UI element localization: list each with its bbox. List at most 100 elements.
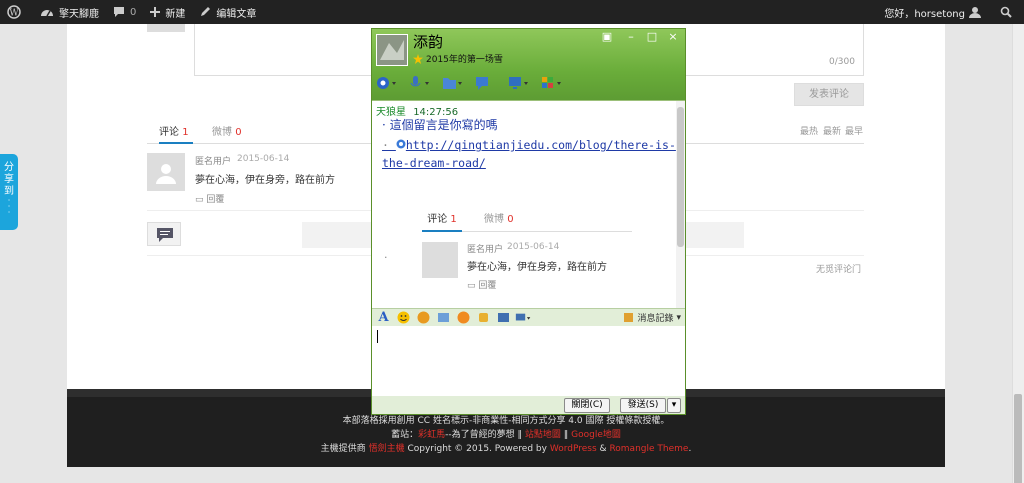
chat-add-icon (476, 77, 488, 90)
commenter-avatar-top (147, 24, 185, 32)
embed-text: 夢在心海，伊在身旁，路在前方 (467, 262, 607, 273)
reply-link[interactable]: ▭ 回覆 (195, 192, 224, 205)
screen-share-button[interactable] (515, 311, 532, 325)
image-button[interactable] (495, 311, 512, 325)
embed-reply: ▭ 回覆 (467, 281, 497, 291)
screenshot-button[interactable] (435, 311, 452, 325)
reply-label: 回覆 (206, 195, 225, 205)
footer-host-link[interactable]: 悟劍主機 (369, 444, 405, 454)
message-button[interactable] (147, 222, 181, 246)
magic-face-icon (417, 311, 430, 324)
picture-icon (498, 313, 509, 322)
user-avatar-icon (969, 7, 981, 18)
close-icon[interactable]: × (666, 31, 680, 43)
account-menu[interactable]: 您好，horsetong (877, 0, 993, 24)
qq-toolbar (376, 73, 574, 93)
footer-mid: --為了曾經的夢想 ‖ (445, 430, 522, 440)
bullet: · (382, 138, 396, 152)
contact-name: 添韵 (413, 33, 444, 51)
embed-reply-label: 回覆 (478, 281, 497, 291)
chat-history[interactable]: 天狼星 14:27:56 · 這個留言是你寫的嗎 · http://qingti… (372, 100, 685, 308)
chat-link[interactable]: http://qingtianjiedu.com/blog/there-is-t… (382, 138, 676, 170)
tab-weibo-count: 0 (235, 127, 242, 138)
message-input[interactable] (372, 326, 685, 396)
embed-user: 匿名用户 (467, 245, 504, 255)
edit-post-link[interactable]: 编辑文章 (192, 0, 263, 24)
tab-comments[interactable]: 评论 1 (159, 123, 193, 144)
char-counter: 0/300 (829, 57, 855, 67)
send-button[interactable]: 發送(S) (620, 398, 666, 413)
embed-tab-comments-label: 评论 (427, 214, 448, 225)
no-comment-link[interactable]: 无觅评论门 (816, 262, 861, 275)
default-avatar-icon (156, 164, 176, 184)
comments-link[interactable]: 0 (106, 0, 143, 24)
wordpress-logo-button[interactable]: W (0, 0, 33, 24)
shake-button[interactable] (475, 311, 492, 325)
apps-button[interactable] (541, 73, 574, 93)
history-button[interactable]: 消息記錄 ▾ (623, 311, 681, 324)
comment-user: 匿名用户 (195, 157, 232, 167)
site-name: 擎天腳鹿 (59, 8, 99, 20)
emoji-button[interactable] (395, 311, 412, 325)
qq-footer: 關閉(C) 發送(S) ▾ (372, 396, 685, 414)
footer-and: & (599, 444, 607, 454)
footer-link-googlemap[interactable]: Google地圖 (571, 430, 621, 440)
search-icon (1000, 6, 1012, 18)
share-dots: · · · (7, 196, 11, 217)
new-label: 新建 (165, 8, 186, 20)
magic-emoji-button[interactable] (415, 311, 432, 325)
share-sidebar-tab[interactable]: 分享到 · · · (0, 154, 18, 230)
sort-hot[interactable]: 最热 (800, 124, 818, 137)
gift-button[interactable] (455, 311, 472, 325)
embedded-screenshot[interactable]: 评论 1 微博 0 匿名用户 2015-06-14 夢在心海，伊在身旁，路在前方… (407, 174, 635, 305)
page-scrollbar[interactable] (1012, 24, 1024, 483)
window-menu-button[interactable]: ▣ (600, 31, 614, 43)
svg-text:W: W (9, 9, 19, 19)
chat-scrollbar[interactable] (676, 101, 685, 308)
embed-tab-weibo: 微博 0 (484, 210, 514, 225)
history-icon (624, 313, 634, 322)
maximize-button[interactable]: □ (645, 31, 659, 43)
admin-bar: W 擎天腳鹿 0 新建 编辑文章 您好，horsetong (0, 0, 1024, 24)
remote-assist-button[interactable] (508, 73, 541, 93)
footer-link-sitemap[interactable]: 站點地圖 (525, 430, 561, 440)
chat-scroll-thumb[interactable] (677, 107, 684, 247)
footer-link-rainbow[interactable]: 彩虹馬 (418, 430, 445, 440)
send-file-button[interactable] (442, 73, 475, 93)
page-scroll-thumb[interactable] (1014, 394, 1022, 483)
webcam-icon (377, 77, 396, 89)
video-call-button[interactable] (376, 73, 409, 93)
tab-weibo[interactable]: 微博 0 (212, 123, 242, 138)
create-group-button[interactable] (475, 73, 508, 93)
site-name-link[interactable]: 擎天腳鹿 (33, 0, 106, 24)
contact-avatar[interactable] (376, 34, 408, 66)
tab-comments-label: 评论 (159, 127, 179, 138)
history-label: 消息記錄 (637, 314, 674, 324)
font-button[interactable]: A (375, 310, 392, 325)
minimize-button[interactable]: – (624, 31, 638, 43)
footer-theme-link[interactable]: Romangle Theme (609, 444, 688, 454)
smiley-icon (397, 311, 410, 324)
embed-tab-comments-count: 1 (450, 214, 457, 225)
footer-wordpress-link[interactable]: WordPress (550, 444, 597, 454)
chat-message-text: 這個留言是你寫的嗎 (389, 118, 498, 132)
monitor-icon (509, 77, 528, 89)
search-button[interactable] (993, 0, 1024, 24)
plus-icon (150, 7, 161, 17)
post-comment-button[interactable]: 发表评论 (794, 83, 864, 106)
comment-text: 夢在心海，伊在身旁，路在前方 (195, 175, 335, 186)
sort-new[interactable]: 最新 (823, 124, 841, 137)
scissors-icon (438, 313, 449, 322)
close-chat-button[interactable]: 關閉(C) (564, 398, 610, 413)
pencil-icon (201, 7, 211, 16)
screen-icon (515, 313, 531, 321)
embed-date: 2015-06-14 (507, 242, 560, 252)
qq-chat-window: 添韵 2015年的第一场雪 ▣ – □ × 天狼星 14:27:56 · 這個留… (371, 28, 686, 415)
send-options-button[interactable]: ▾ (667, 398, 681, 413)
new-content-link[interactable]: 新建 (143, 0, 192, 24)
voice-call-button[interactable] (409, 73, 442, 93)
folder-icon (443, 78, 462, 89)
footer-links: 蓄站：彩虹馬--為了曾經的夢想 ‖ 站點地圖 ‖ Google地圖 (67, 427, 945, 440)
sort-old[interactable]: 最早 (845, 124, 863, 137)
comment-date: 2015-06-14 (237, 154, 290, 164)
